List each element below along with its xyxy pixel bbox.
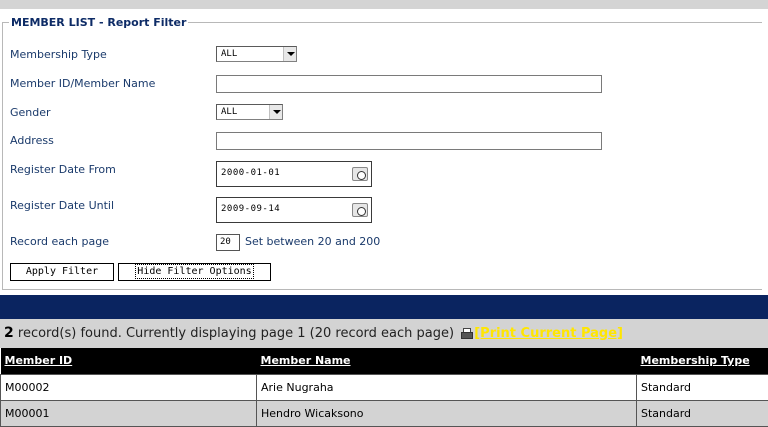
register-from-input[interactable]: 2000-01-01 [216, 161, 372, 187]
table-row[interactable]: M00002 Arie Nugraha Standard [1, 374, 768, 400]
register-until-label: Register Date Until [10, 199, 114, 212]
register-until-value: 2009-09-14 [221, 204, 280, 214]
record-count: 2 [4, 325, 14, 341]
cell-member-id: M00002 [1, 374, 257, 400]
filter-legend: MEMBER LIST - Report Filter [9, 16, 188, 29]
table-row[interactable]: M00001 Hendro Wicaksono Standard [1, 400, 768, 426]
cell-member-name: Arie Nugraha [257, 374, 637, 400]
record-each-page-hint: Set between 20 and 200 [245, 235, 380, 248]
cell-member-id: M00001 [1, 400, 257, 426]
apply-filter-button[interactable]: Apply Filter [10, 263, 114, 281]
column-header-member-id[interactable]: Member ID [1, 348, 257, 374]
member-id-name-label: Member ID/Member Name [10, 77, 155, 90]
chevron-down-icon [269, 105, 282, 119]
gender-value: ALL [221, 107, 237, 117]
membership-type-select[interactable]: ALL [216, 46, 297, 62]
record-each-page-label: Record each page [10, 235, 109, 248]
register-from-value: 2000-01-01 [221, 168, 280, 178]
cell-membership-type: Standard [637, 400, 768, 426]
results-summary: 2 record(s) found. Currently displaying … [0, 319, 768, 348]
member-table: Member ID Member Name Membership Type M0… [0, 348, 768, 427]
record-each-page-value: 20 [220, 237, 231, 247]
membership-type-label: Membership Type [10, 48, 107, 61]
calendar-icon[interactable] [352, 203, 368, 217]
cell-membership-type: Standard [637, 374, 768, 400]
address-label: Address [10, 134, 54, 147]
membership-type-value: ALL [221, 49, 237, 59]
column-header-member-name[interactable]: Member Name [257, 348, 637, 374]
print-current-page-link[interactable]: [Print Current Page] [474, 326, 623, 341]
navigation-bar [0, 295, 768, 319]
gender-select[interactable]: ALL [216, 104, 283, 120]
hide-filter-options-label: Hide Filter Options [137, 266, 251, 277]
column-header-membership-type[interactable]: Membership Type [637, 348, 768, 374]
report-filter-panel: MEMBER LIST - Report Filter [2, 16, 762, 290]
chevron-down-icon [283, 47, 296, 61]
gender-label: Gender [10, 106, 51, 119]
cell-member-name: Hendro Wicaksono [257, 400, 637, 426]
apply-filter-label: Apply Filter [26, 266, 98, 277]
member-id-name-input[interactable] [216, 75, 602, 93]
register-until-input[interactable]: 2009-09-14 [216, 197, 372, 223]
record-each-page-input[interactable]: 20 [216, 234, 240, 251]
register-from-label: Register Date From [10, 163, 116, 176]
address-input[interactable] [216, 132, 602, 150]
summary-text: record(s) found. Currently displaying pa… [14, 326, 458, 341]
hide-filter-options-button[interactable]: Hide Filter Options [118, 263, 271, 281]
printer-icon[interactable] [461, 328, 472, 338]
calendar-icon[interactable] [352, 167, 368, 181]
top-bar [0, 0, 768, 9]
table-header-row: Member ID Member Name Membership Type [1, 348, 768, 374]
